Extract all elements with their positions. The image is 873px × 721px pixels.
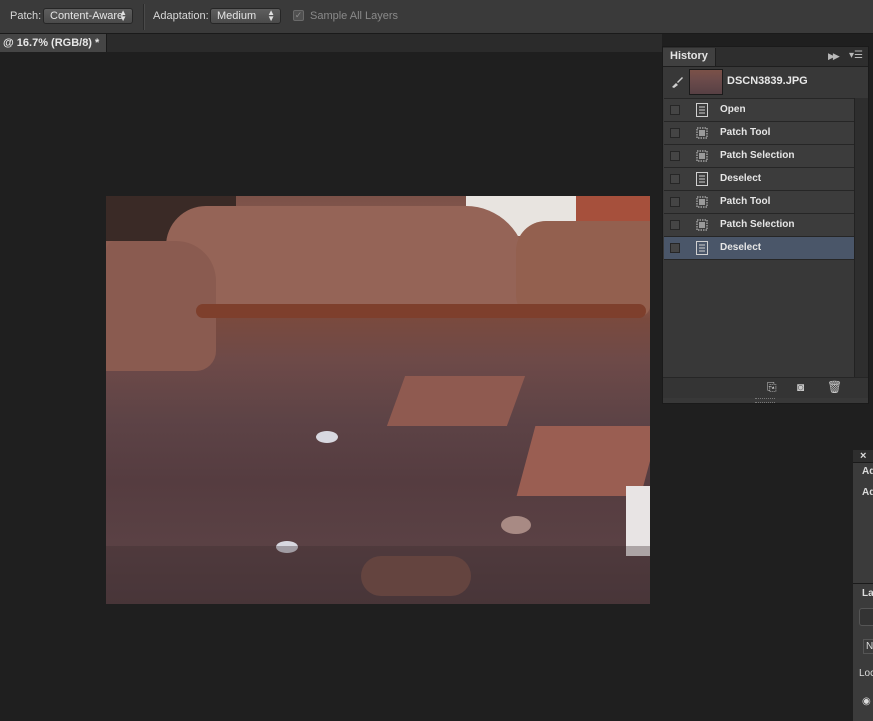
history-source-checkbox[interactable] [670, 105, 680, 115]
toolbar-divider [143, 4, 145, 30]
history-item-open[interactable]: Open [664, 99, 854, 122]
patch-label: Patch: [10, 10, 42, 22]
lock-label: Loc [859, 668, 873, 679]
history-brush-icon[interactable] [670, 75, 684, 89]
select-arrows-icon: ▲ ▼ [267, 8, 275, 23]
history-item-label: Patch Tool [720, 127, 771, 138]
image-pebble [316, 431, 338, 443]
layers-filter-search-icon[interactable] [859, 608, 873, 626]
document-tab[interactable]: @ 16.7% (RGB/8) * [0, 34, 107, 52]
patch-mode-value: Content-Aware [50, 10, 124, 22]
history-item-label: Patch Selection [720, 219, 795, 230]
options-bar: Patch: Content-Aware ▲ ▼ Adaptation: Medi… [0, 0, 873, 34]
create-new-document-icon[interactable]: ⎘ [767, 380, 777, 395]
patch-tool-icon [696, 150, 708, 162]
snapshot-thumbnail [689, 69, 723, 95]
history-item-label: Patch Selection [720, 150, 795, 161]
adaptation-select[interactable]: Medium ▲ ▼ [210, 8, 281, 24]
patch-tool-icon [696, 219, 708, 231]
patch-tool-icon [696, 127, 708, 139]
history-item-label: Patch Tool [720, 196, 771, 207]
layers-tab[interactable]: La [862, 588, 873, 599]
adaptation-label: Adaptation: [153, 10, 209, 22]
panel-menu-icon[interactable]: ▾☰ [849, 50, 863, 61]
adaptation-value: Medium [217, 10, 257, 22]
history-tab[interactable]: History [663, 48, 716, 66]
patch-tool-icon [696, 196, 708, 208]
history-item-patch-selection[interactable]: Patch Selection [664, 145, 854, 168]
image-rock-layer [386, 376, 526, 426]
history-item-deselect[interactable]: Deselect [664, 168, 854, 191]
layers-panel: La N Loc ◉ [853, 583, 873, 721]
image-pebble [501, 516, 531, 534]
history-list-empty-area [664, 261, 854, 377]
document-icon [696, 172, 708, 186]
history-item-label: Deselect [720, 242, 762, 253]
close-icon[interactable]: × [860, 450, 866, 462]
image-rock-region [576, 196, 650, 224]
history-source-checkbox[interactable] [670, 174, 680, 184]
history-item-label: Open [720, 104, 746, 115]
history-source-checkbox[interactable] [670, 243, 680, 253]
sample-all-layers-checkbox[interactable]: ✓ [293, 10, 304, 21]
image-boulder [166, 206, 526, 316]
panel-resize-grip[interactable] [755, 398, 775, 403]
history-snapshot[interactable]: DSCN3839.JPG [664, 67, 854, 99]
history-source-checkbox[interactable] [670, 151, 680, 161]
adjustments-tab[interactable]: Ad [862, 466, 873, 477]
history-item-patch-tool[interactable]: Patch Tool [664, 122, 854, 145]
select-arrows-icon: ▲ ▼ [119, 8, 127, 23]
history-source-checkbox[interactable] [670, 197, 680, 207]
trash-icon[interactable]: 🗑 [827, 380, 842, 394]
history-source-checkbox[interactable] [670, 220, 680, 230]
document-tab-title: @ 16.7% (RGB/8) * [3, 37, 100, 49]
history-item-deselect-selected[interactable]: Deselect [664, 237, 854, 260]
collapse-panel-icon[interactable]: ▶▶ [828, 51, 840, 62]
document-image[interactable] [106, 196, 650, 604]
document-icon [696, 241, 708, 255]
history-panel: History ▶▶ ▾☰ DSCN3839.JPG Open Patch To… [662, 46, 869, 404]
history-item-patch-selection[interactable]: Patch Selection [664, 214, 854, 237]
history-source-checkbox[interactable] [670, 128, 680, 138]
image-ground [106, 546, 650, 604]
document-icon [696, 103, 708, 117]
tab-strip [107, 34, 662, 52]
history-item-label: Deselect [720, 173, 762, 184]
adjustments-panel: Ad Ad [853, 462, 873, 583]
adjustments-label: Ad [862, 487, 873, 498]
camera-icon[interactable]: ◙ [797, 380, 804, 394]
history-scrollbar[interactable] [854, 98, 868, 377]
blend-mode-select[interactable]: N [863, 639, 873, 654]
sample-all-layers-label: Sample All Layers [310, 10, 399, 22]
history-list: Open Patch Tool Patch Selection Deselect… [664, 99, 854, 260]
history-panel-footer: ⎘ ◙ 🗑 [663, 377, 868, 398]
history-item-patch-tool[interactable]: Patch Tool [664, 191, 854, 214]
snapshot-name: DSCN3839.JPG [727, 75, 808, 87]
history-panel-header: History ▶▶ ▾☰ [663, 47, 868, 67]
patch-mode-select[interactable]: Content-Aware ▲ ▼ [43, 8, 133, 24]
eye-visibility-icon[interactable]: ◉ [862, 696, 871, 707]
image-boulder [516, 221, 650, 316]
image-ledge-shadow [196, 304, 646, 318]
canvas-area[interactable] [0, 53, 662, 720]
